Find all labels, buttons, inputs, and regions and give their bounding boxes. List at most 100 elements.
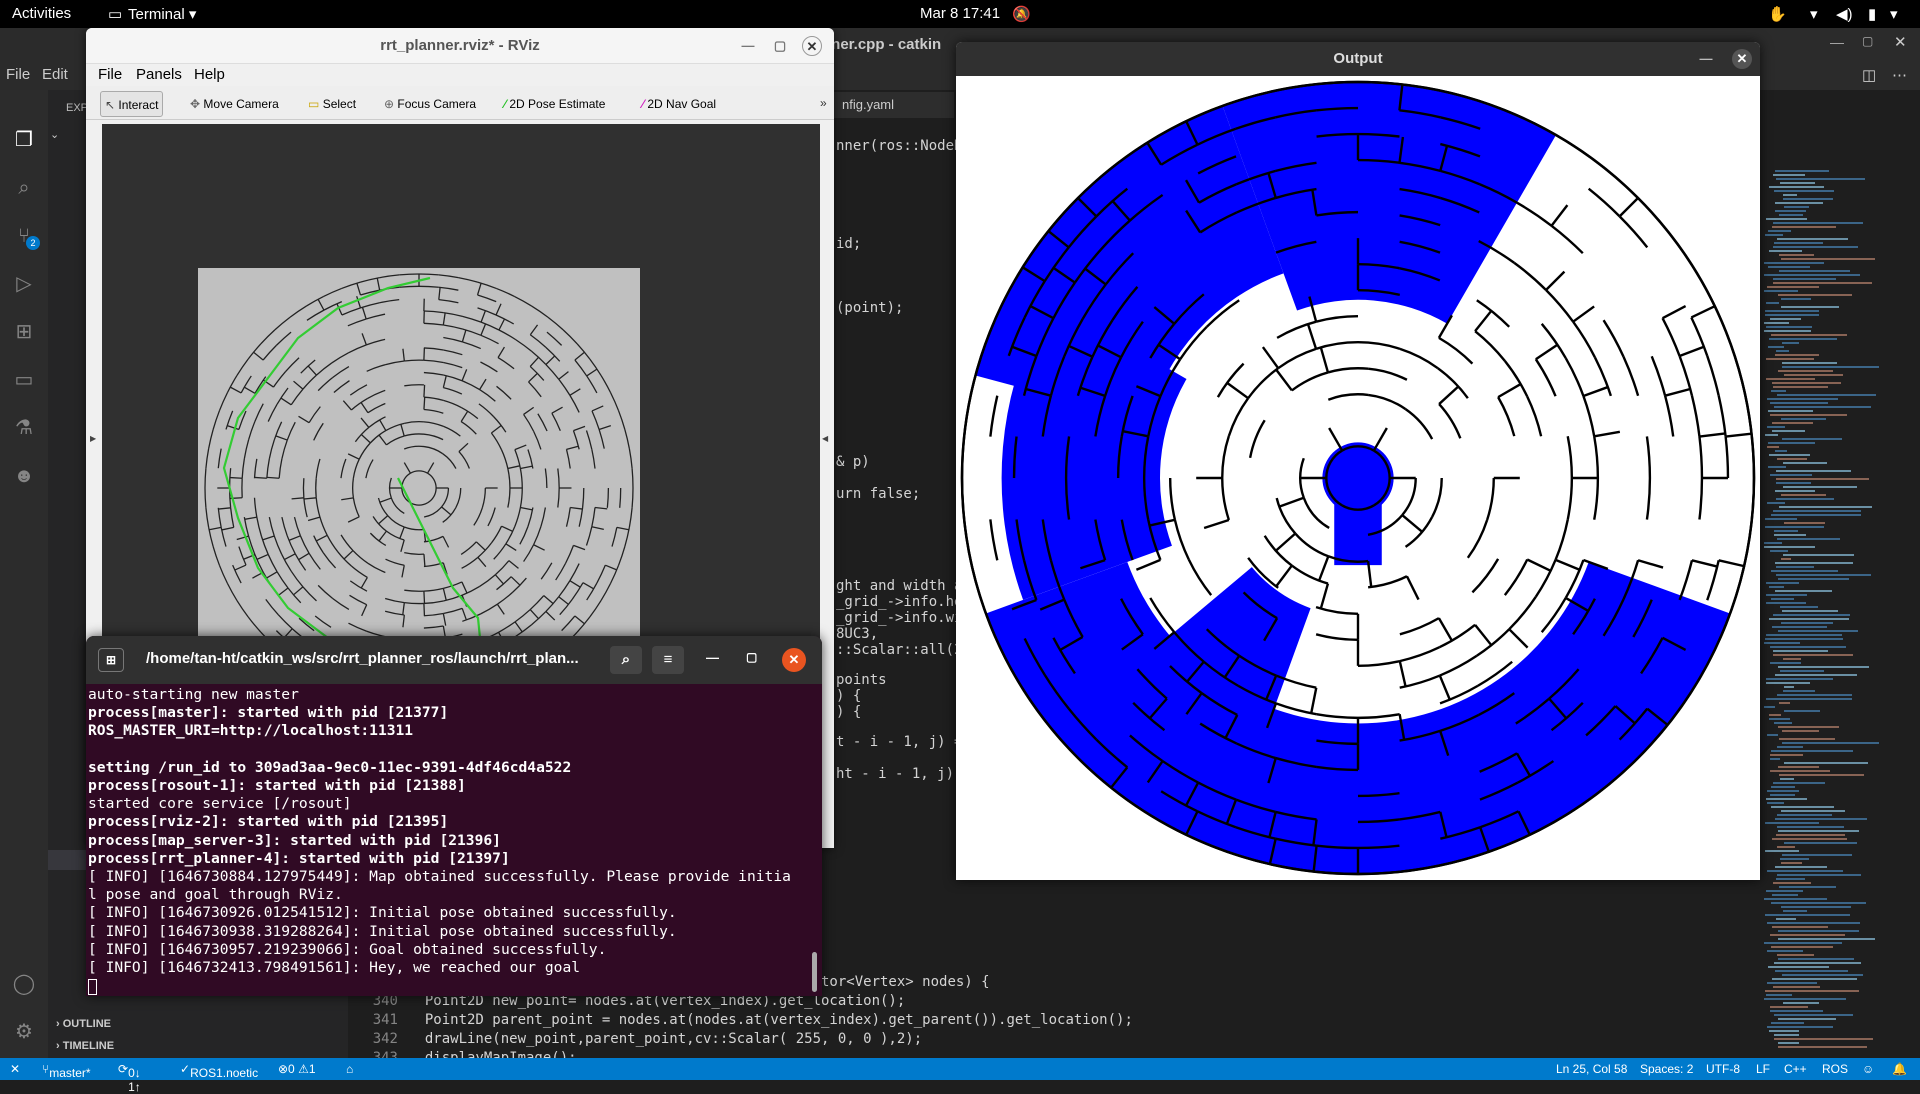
search-icon[interactable]: ⌕ xyxy=(12,176,36,200)
ros-icon[interactable]: ☻ xyxy=(12,464,36,488)
code-line: points xyxy=(836,672,887,688)
tool-2d-pose-estimate[interactable]: ⁄ 2D Pose Estimate xyxy=(500,91,609,117)
language-mode[interactable]: C++ xyxy=(1784,1062,1807,1076)
tool-pose-label: 2D Pose Estimate xyxy=(509,97,605,111)
rviz-menu-help[interactable]: Help xyxy=(194,66,225,83)
close-icon[interactable]: ✕ xyxy=(1894,33,1907,51)
output-title: Output xyxy=(1333,50,1382,67)
indentation[interactable]: Spaces: 2 xyxy=(1640,1062,1693,1076)
rviz-close-icon[interactable]: ✕ xyxy=(802,36,822,56)
code-line: t - i - 1, j) = xyxy=(836,734,962,750)
terminal-line: l pose and goal through RViz. xyxy=(88,886,343,903)
wifi-icon[interactable]: ▾ xyxy=(1810,5,1818,23)
terminal-menu-icon[interactable]: ≡ xyxy=(652,646,684,674)
menu-edit[interactable]: Edit xyxy=(42,66,68,83)
app-menu-button[interactable]: Terminal ▾ xyxy=(128,5,196,23)
tool-select[interactable]: ▭ Select xyxy=(304,91,360,117)
battery-icon[interactable]: ▮ xyxy=(1868,5,1876,23)
terminal-line: setting /run_id to 309ad3aa-9ec0-11ec-93… xyxy=(88,759,571,776)
terminal-line: process[rosout-1]: started with pid [213… xyxy=(88,777,466,794)
terminal-output[interactable]: auto-starting new masterprocess[master]:… xyxy=(88,686,808,986)
end-of-line[interactable]: LF xyxy=(1756,1062,1770,1076)
editor-tab[interactable]: nfig.yaml xyxy=(834,92,954,118)
output-window: Output — ✕ xyxy=(956,42,1760,880)
terminal-line: [ INFO] [1646730926.012541512]: Initial … xyxy=(88,904,677,921)
outline-section[interactable]: › OUTLINE xyxy=(56,1018,111,1030)
accounts-icon[interactable]: ◯ xyxy=(12,972,36,996)
terminal-minimize-icon[interactable]: — xyxy=(706,650,719,665)
toolbar-overflow-icon[interactable]: » xyxy=(820,96,827,110)
rviz-maximize-icon[interactable]: ▢ xyxy=(770,36,790,56)
code-line: Point2D parent_point = nodes.at(nodes.at… xyxy=(408,1012,1133,1028)
terminal-close-icon[interactable]: ✕ xyxy=(782,648,806,672)
select-icon: ▭ xyxy=(308,97,319,111)
maximize-icon[interactable]: ▢ xyxy=(1862,34,1873,48)
notifications-bell-icon[interactable]: 🔔 xyxy=(1892,1062,1907,1076)
ros-label[interactable]: ROS xyxy=(1822,1062,1848,1076)
minimize-icon[interactable]: — xyxy=(1830,34,1844,50)
tool-interact[interactable]: ↖ Interact xyxy=(100,91,163,117)
tool-move-camera-label: Move Camera xyxy=(203,97,278,111)
hand-icon[interactable]: ✋ xyxy=(1768,5,1787,23)
branch-status[interactable]: ⑂ master* xyxy=(42,1062,49,1076)
code-line: ::Scalar::all(25 xyxy=(836,642,971,658)
encoding[interactable]: UTF-8 xyxy=(1706,1062,1740,1076)
code-line: & p) xyxy=(836,454,870,470)
minimap[interactable] xyxy=(1760,170,1880,1050)
split-editor-icon[interactable]: ◫ xyxy=(1862,66,1876,84)
right-panel-collapse-icon[interactable]: ◀ xyxy=(822,434,828,443)
testing-icon[interactable]: ⚗ xyxy=(12,416,36,440)
terminal-search-icon[interactable]: ⌕ xyxy=(610,646,642,674)
vscode-title: nner.cpp - catkin xyxy=(822,36,941,53)
tool-move-camera[interactable]: ✥ Move Camera xyxy=(186,91,283,117)
terminal-line: [ INFO] [1646730957.219239066]: Goal obt… xyxy=(88,941,606,958)
cursor-position[interactable]: Ln 25, Col 58 xyxy=(1556,1062,1627,1076)
rviz-minimize-icon[interactable]: — xyxy=(738,36,758,56)
rviz-title: rrt_planner.rviz* - RViz xyxy=(380,37,540,54)
tool-goal-label: 2D Nav Goal xyxy=(647,97,716,111)
activities-button[interactable]: Activities xyxy=(12,5,71,22)
run-debug-icon[interactable]: ▷ xyxy=(12,272,36,296)
left-panel-collapse-icon[interactable]: ▶ xyxy=(90,434,96,443)
menu-file[interactable]: File xyxy=(6,66,30,83)
code-line: _grid_->info.he xyxy=(836,594,962,610)
workspace-chevron-icon[interactable]: ⌄ xyxy=(50,128,59,141)
rviz-menu-file[interactable]: File xyxy=(98,66,122,83)
sync-status[interactable]: ⟳ 0↓ 1↑ xyxy=(118,1062,128,1076)
rviz-menu-panels[interactable]: Panels xyxy=(136,66,182,83)
code-line: 8UC3, xyxy=(836,626,878,642)
remote-indicator-icon[interactable]: ✕ xyxy=(10,1062,20,1076)
terminal-maximize-icon[interactable]: ▢ xyxy=(746,650,757,664)
output-minimize-icon[interactable]: — xyxy=(1696,49,1716,69)
terminal-title: /home/tan-ht/catkin_ws/src/rrt_planner_r… xyxy=(146,650,579,667)
ros-status-label: ROS1.noetic xyxy=(190,1066,258,1080)
output-close-icon[interactable]: ✕ xyxy=(1732,49,1752,69)
explorer-icon[interactable]: ❐ xyxy=(12,128,36,152)
tool-focus-camera[interactable]: ⊕ Focus Camera xyxy=(380,91,480,117)
ros-status[interactable]: ✓ ROS1.noetic xyxy=(180,1062,190,1076)
tool-2d-nav-goal[interactable]: ⁄ 2D Nav Goal xyxy=(638,91,720,117)
more-actions-icon[interactable]: ⋯ xyxy=(1892,66,1907,84)
system-menu-icon[interactable]: ▾ xyxy=(1890,5,1898,23)
settings-gear-icon[interactable]: ⚙ xyxy=(12,1020,36,1044)
feedback-icon[interactable]: ☺ xyxy=(1862,1062,1874,1076)
code-line: ) { xyxy=(836,688,861,704)
home-icon[interactable]: ⌂ xyxy=(346,1062,353,1076)
move-camera-icon: ✥ xyxy=(190,97,200,111)
code-line: urn false; xyxy=(836,486,920,502)
volume-icon[interactable]: ◀) xyxy=(1836,5,1853,23)
extensions-icon[interactable]: ⊞ xyxy=(12,320,36,344)
terminal-scrollbar[interactable] xyxy=(812,952,817,992)
terminal-line: process[rviz-2]: started with pid [21395… xyxy=(88,813,448,830)
output-titlebar: Output — ✕ xyxy=(956,42,1760,76)
problems-status[interactable]: ⊗0 ⚠1 xyxy=(278,1062,316,1076)
clock[interactable]: Mar 8 17:41 xyxy=(920,5,1000,22)
terminal-line: started core service [/rosout] xyxy=(88,795,352,812)
timeline-section[interactable]: › TIMELINE xyxy=(56,1040,114,1052)
terminal-titlebar: ⊞ /home/tan-ht/catkin_ws/src/rrt_planner… xyxy=(86,636,822,684)
new-tab-icon[interactable]: ⊞ xyxy=(98,648,124,672)
source-control-badge: 2 xyxy=(26,236,40,250)
gnome-top-bar: Activities ▭ Terminal ▾ Mar 8 17:41 🔕 ✋ … xyxy=(0,0,1920,28)
remote-explorer-icon[interactable]: ▭ xyxy=(12,368,36,392)
notifications-off-icon: 🔕 xyxy=(1012,5,1031,23)
